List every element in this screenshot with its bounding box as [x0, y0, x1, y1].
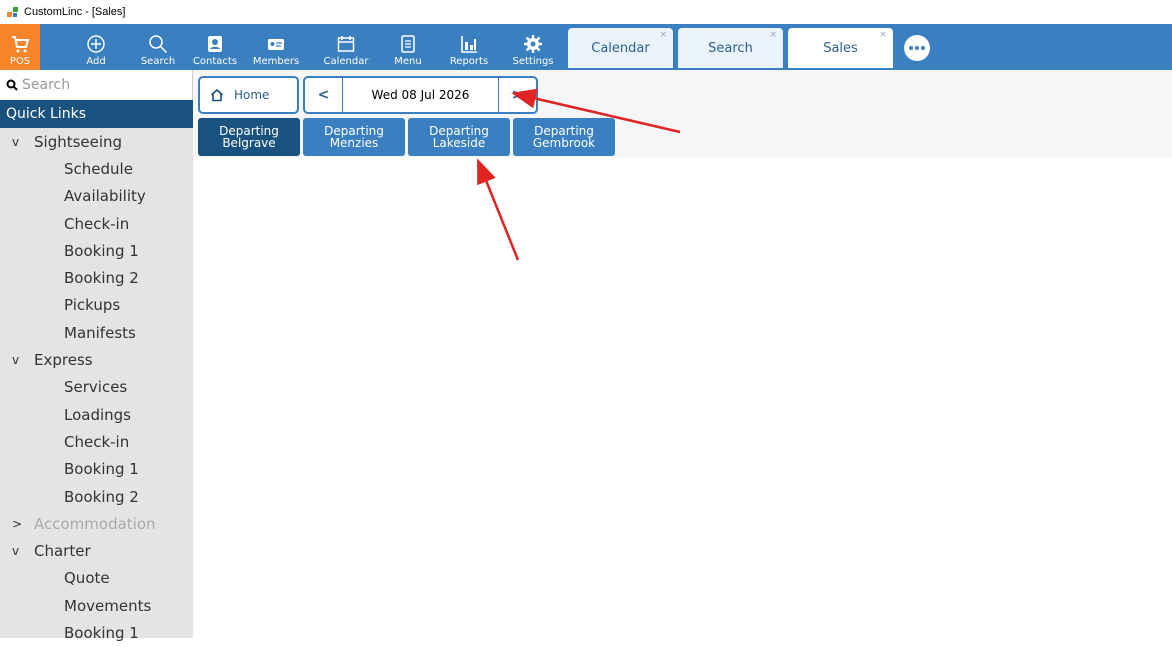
plus-circle-icon: [87, 35, 105, 53]
date-navigator: < Wed 08 Jul 2026 >: [303, 76, 538, 114]
sidebar-item-schedule[interactable]: Schedule: [0, 155, 193, 182]
sidebar-item-loadings[interactable]: Loadings: [0, 401, 193, 428]
sidebar-group-express[interactable]: v Express: [0, 346, 193, 373]
more-tabs-button[interactable]: [904, 35, 930, 61]
pos-button[interactable]: POS: [0, 24, 40, 70]
menu-label: Menu: [394, 56, 422, 67]
chevron-down-icon: v: [12, 353, 20, 368]
search-icon: [149, 35, 168, 54]
sidebar-group-label: Express: [34, 351, 93, 370]
title-bar: CustomLinc - [Sales]: [0, 0, 1172, 24]
departing-belgrave-button[interactable]: Departing Belgrave: [198, 118, 300, 156]
previous-day-button[interactable]: <: [305, 78, 343, 112]
departing-lakeside-button[interactable]: Departing Lakeside: [408, 118, 510, 156]
departing-gembrook-button[interactable]: Departing Gembrook: [513, 118, 615, 156]
tab-calendar-label: Calendar: [591, 40, 650, 56]
departure-station: Gembrook: [532, 136, 596, 150]
home-button[interactable]: Home: [198, 76, 299, 114]
window-title: CustomLinc - [Sales]: [24, 6, 126, 18]
tab-calendar[interactable]: Calendar ×: [568, 28, 673, 68]
reports-button[interactable]: Reports: [444, 24, 494, 70]
departure-station: Lakeside: [432, 136, 486, 150]
sidebar-group-charter[interactable]: v Charter: [0, 537, 193, 564]
sidebar-item-services[interactable]: Services: [0, 374, 193, 401]
sidebar-group-sightseeing[interactable]: v Sightseeing: [0, 128, 193, 155]
sidebar-item-booking-1[interactable]: Booking 1: [0, 456, 193, 483]
current-date[interactable]: Wed 08 Jul 2026: [343, 88, 498, 102]
sidebar: Search Quick Links v Sightseeing Schedule…: [0, 70, 193, 642]
sidebar-item-booking-1[interactable]: Booking 1: [0, 237, 193, 264]
sidebar-group-label: Accommodation: [34, 514, 156, 533]
sidebar-group-accommodation[interactable]: > Accommodation: [0, 510, 193, 537]
calendar-icon: [337, 36, 355, 52]
home-label: Home: [234, 88, 270, 102]
contacts-button[interactable]: Contacts: [192, 24, 238, 70]
search-label: Search: [140, 56, 176, 67]
sidebar-item-booking-1[interactable]: Booking 1: [0, 619, 193, 646]
tab-sales[interactable]: Sales ×: [788, 28, 893, 68]
app-logo-icon: [6, 5, 20, 19]
sidebar-group-label: Charter: [34, 542, 91, 561]
contacts-label: Contacts: [192, 56, 238, 67]
sidebar-item-booking-2[interactable]: Booking 2: [0, 264, 193, 291]
search-input[interactable]: Search: [22, 77, 70, 93]
tab-search[interactable]: Search ×: [678, 28, 783, 68]
quick-links-header: Quick Links: [0, 100, 193, 128]
search-icon: [6, 79, 18, 91]
members-label: Members: [252, 56, 300, 67]
chevron-down-icon: v: [12, 544, 20, 559]
sidebar-item-check-in[interactable]: Check-in: [0, 210, 193, 237]
sidebar-item-check-in[interactable]: Check-in: [0, 428, 193, 455]
sidebar-group-label: Sightseeing: [34, 132, 123, 151]
calendar-button[interactable]: Calendar: [318, 24, 374, 70]
reports-label: Reports: [449, 56, 489, 67]
menu-button[interactable]: Menu: [388, 24, 428, 70]
cart-icon: [12, 36, 30, 53]
settings-label: Settings: [512, 56, 554, 67]
departure-station: Menzies: [329, 136, 379, 150]
chevron-right-icon: >: [12, 516, 23, 531]
sidebar-search[interactable]: Search: [0, 70, 193, 100]
next-day-button[interactable]: >: [498, 78, 536, 112]
sidebar-item-pickups[interactable]: Pickups: [0, 292, 193, 319]
bar-chart-icon: [461, 36, 477, 53]
contacts-icon: [208, 36, 222, 52]
sidebar-item-quote[interactable]: Quote: [0, 565, 193, 592]
add-button[interactable]: Add: [76, 24, 116, 70]
tab-sales-label: Sales: [823, 40, 858, 56]
sidebar-item-availability[interactable]: Availability: [0, 183, 193, 210]
sidebar-item-movements[interactable]: Movements: [0, 592, 193, 619]
calendar-label: Calendar: [323, 56, 369, 67]
members-button[interactable]: Members: [240, 24, 312, 70]
menu-doc-icon: [401, 35, 415, 53]
search-button[interactable]: Search: [136, 24, 180, 70]
more-dots-icon: [909, 46, 913, 50]
main-toolbar: POS Add Search Contacts Members Calendar…: [0, 24, 1172, 70]
tab-search-label: Search: [708, 40, 753, 56]
sidebar-item-booking-2[interactable]: Booking 2: [0, 483, 193, 510]
add-label: Add: [86, 56, 106, 67]
home-icon: [210, 88, 224, 102]
member-card-icon: [268, 39, 284, 50]
settings-button[interactable]: Settings: [508, 24, 558, 70]
departing-menzies-button[interactable]: Departing Menzies: [303, 118, 405, 156]
tab-calendar-close-icon[interactable]: ×: [659, 30, 667, 40]
sidebar-item-manifests[interactable]: Manifests: [0, 319, 193, 346]
pos-label: POS: [9, 56, 31, 67]
departure-station: Belgrave: [222, 136, 276, 150]
tab-search-close-icon[interactable]: ×: [769, 30, 777, 40]
tab-sales-close-icon[interactable]: ×: [879, 30, 887, 40]
gear-icon: [524, 35, 542, 53]
chevron-down-icon: v: [12, 134, 20, 149]
annotation-arrow-departures: [477, 158, 520, 261]
